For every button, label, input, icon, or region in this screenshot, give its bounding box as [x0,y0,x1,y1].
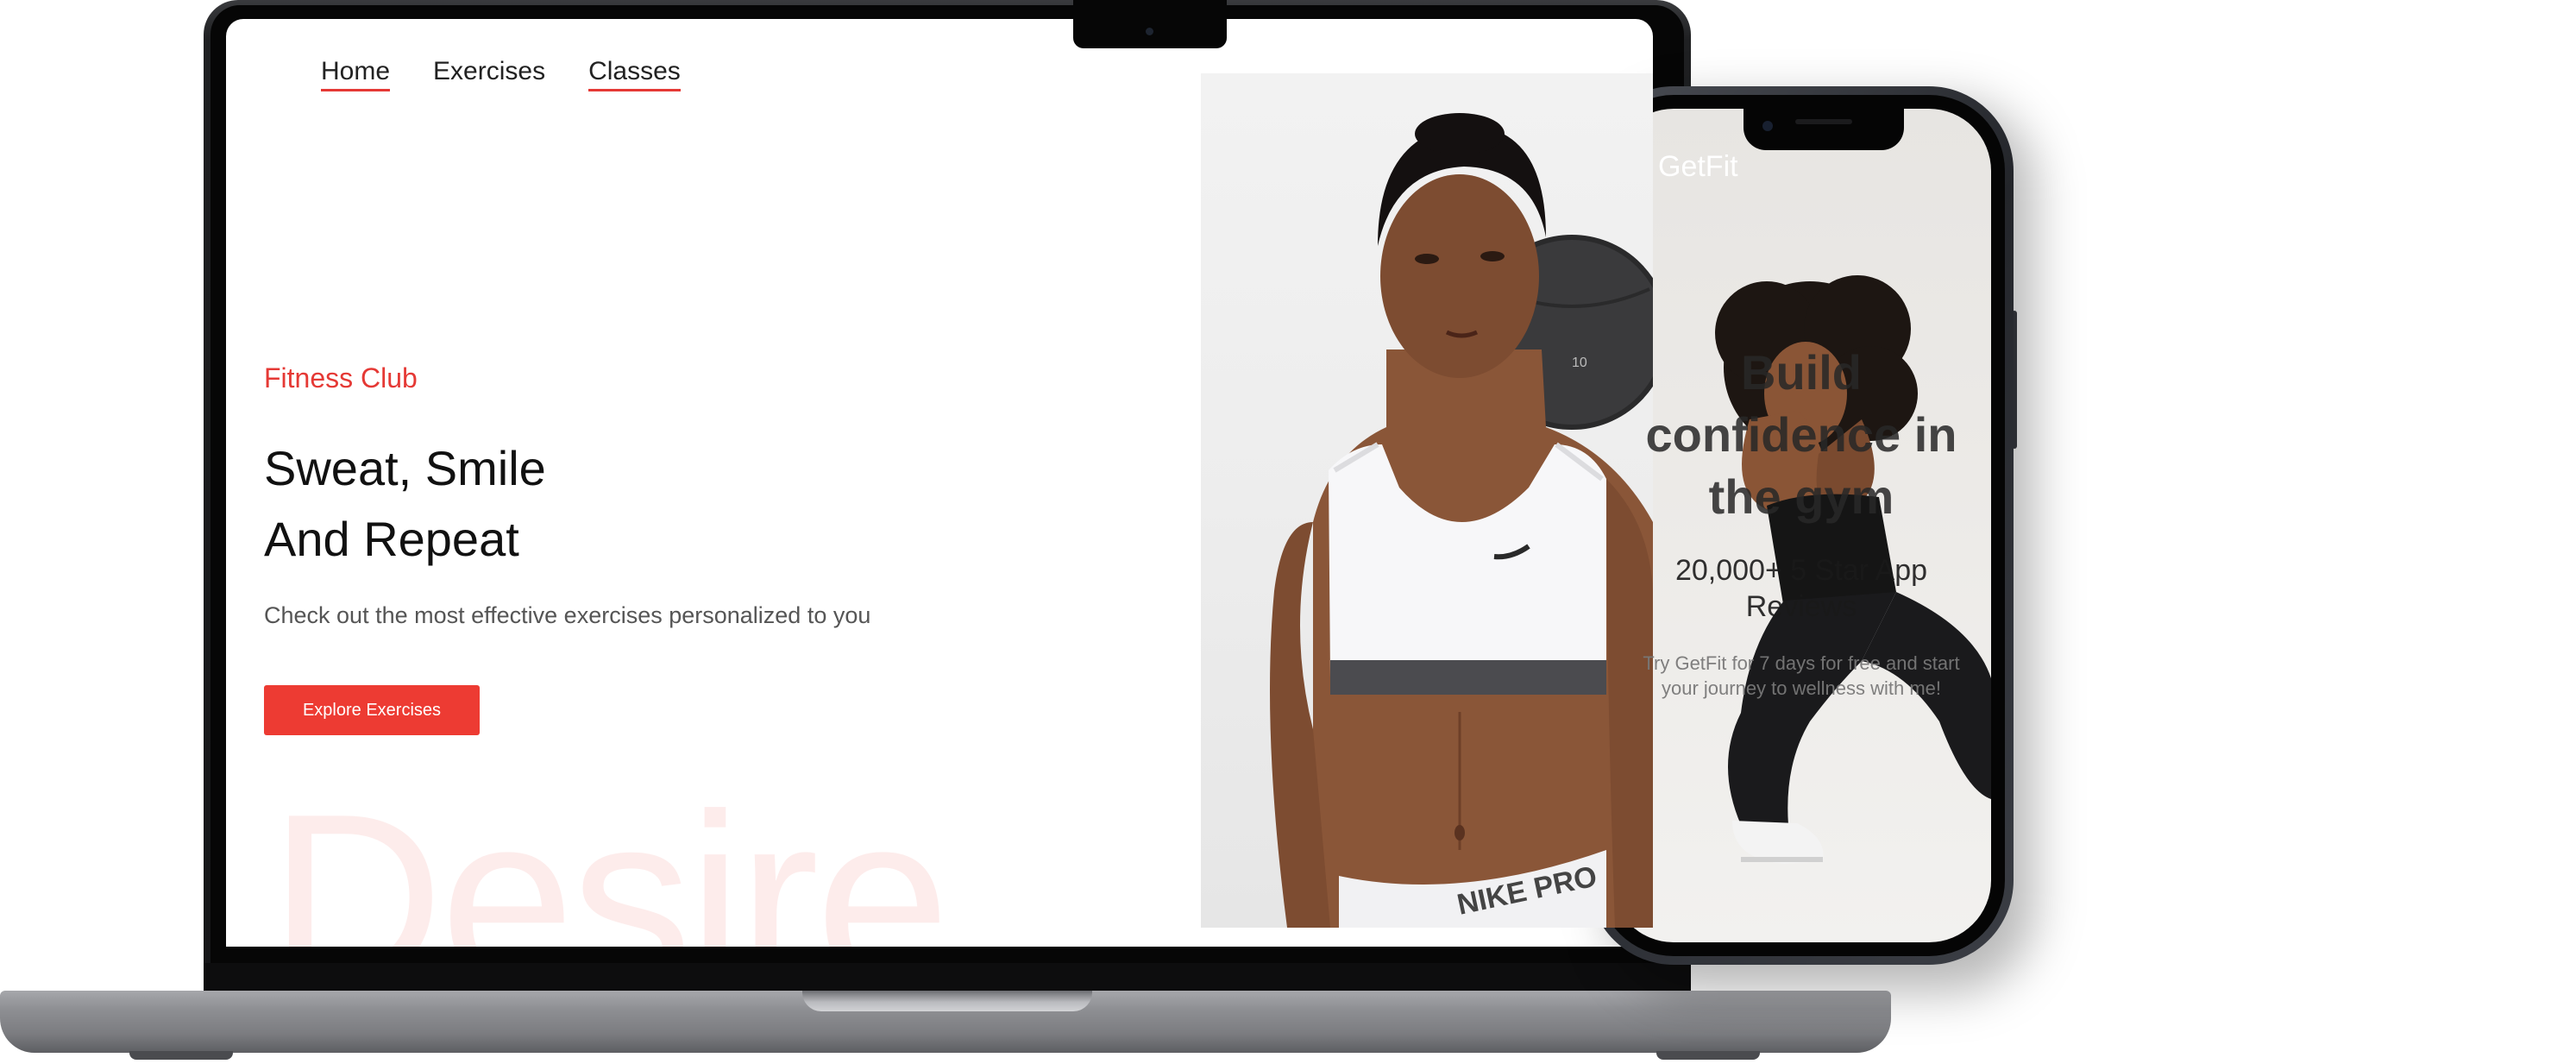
phone-reviews-line-1: 20,000+ 5 Star App [1674,554,1928,587]
phone-headline-line-3: the gym [1708,469,1894,524]
nav-link-classes[interactable]: Classes [588,57,681,91]
laptop-device: Home Exercises Classes Desire Fitness Cl… [204,0,1691,992]
laptop-camera-notch [1073,0,1227,48]
laptop-screen: Home Exercises Classes Desire Fitness Cl… [226,19,1653,947]
phone-screen: GetFit Build confidence in the gym 20,00… [1612,109,1991,942]
phone-tagline-line-1: Try GetFit for 7 days for free and start [1643,652,1960,674]
main-nav: Home Exercises Classes [321,57,681,91]
laptop-trackpad-lip [802,991,1092,1011]
phone-camera-icon [1762,121,1773,131]
explore-exercises-button[interactable]: Explore Exercises [264,685,480,735]
hero-title-line-1: Sweat, Smile [264,441,546,495]
phone-headline-line-2: confidence in [1645,407,1957,462]
hero-subtitle: Check out the most effective exercises p… [264,602,871,628]
background-watermark-word: Desire [269,765,950,947]
nav-link-exercises[interactable]: Exercises [433,57,545,91]
phone-reviews-line-2: Reviews [1745,590,1857,623]
laptop-camera-icon [1146,28,1153,35]
phone-speaker-icon [1795,119,1852,124]
hero-athlete-photo: 10 NIKE PRO [1201,73,1653,928]
phone-tagline-line-2: your journey to wellness with me! [1661,677,1942,699]
hero-title-line-2: And Repeat [264,512,519,566]
svg-text:10: 10 [1572,356,1587,370]
nav-link-home[interactable]: Home [321,57,391,91]
phone-headline: Build confidence in the gym [1612,342,1991,528]
phone-notch [1744,109,1904,150]
hero-eyebrow: Fitness Club [264,362,418,393]
phone-tagline: Try GetFit for 7 days for free and start… [1625,651,1977,701]
hero-title: Sweat, Smile And Repeat [264,433,546,575]
laptop-foot-right [1656,1051,1760,1060]
getfit-logo[interactable]: GetFit [1658,150,1738,184]
phone-reviews-text: 20,000+ 5 Star App Reviews [1612,552,1991,625]
phone-headline-line-1: Build [1741,345,1862,400]
laptop-chin [204,963,1691,992]
laptop-foot-left [129,1051,233,1060]
hero-athlete-illustration: 10 NIKE PRO [1270,113,1653,928]
